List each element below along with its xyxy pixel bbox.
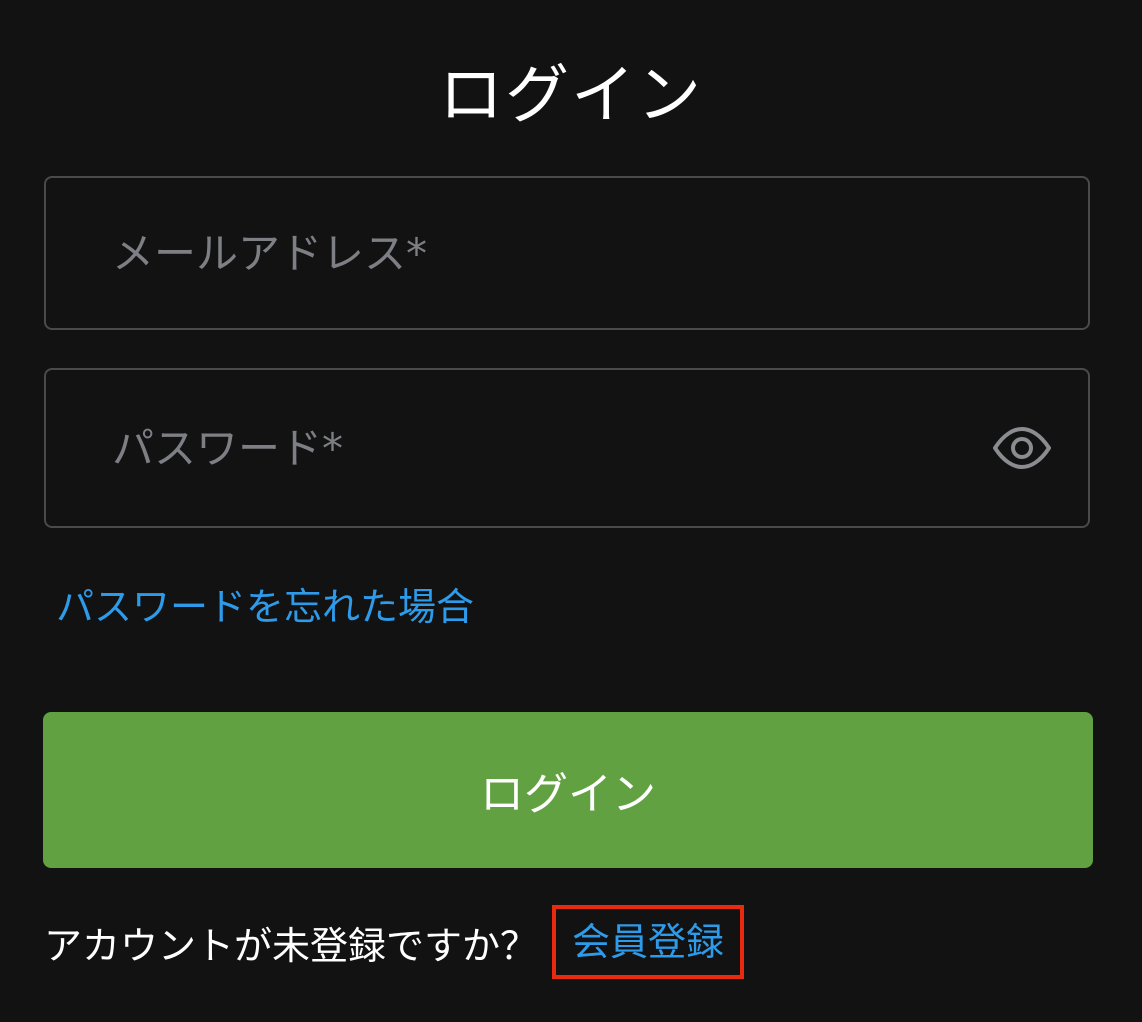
signup-link[interactable]: 会員登録 [572,914,724,970]
email-field-container[interactable] [44,176,1090,330]
page-title: ログイン [439,59,703,133]
forgot-password-link[interactable]: パスワードを忘れた場合 [56,580,474,634]
signup-prompt: アカウントが未登録ですか？ [44,924,539,968]
login-page: ログイン パスワードを忘れた場合 ログイン アカウントが未登録ですか？ 会員登録 [0,0,1142,1022]
email-input[interactable] [112,178,972,328]
eye-icon[interactable] [992,426,1052,470]
password-field-container[interactable] [44,368,1090,528]
password-input[interactable] [112,370,972,526]
login-button[interactable]: ログイン [43,712,1093,868]
signup-row: アカウントが未登録ですか？ 会員登録 [44,905,745,979]
signup-link-highlight: 会員登録 [552,905,745,979]
